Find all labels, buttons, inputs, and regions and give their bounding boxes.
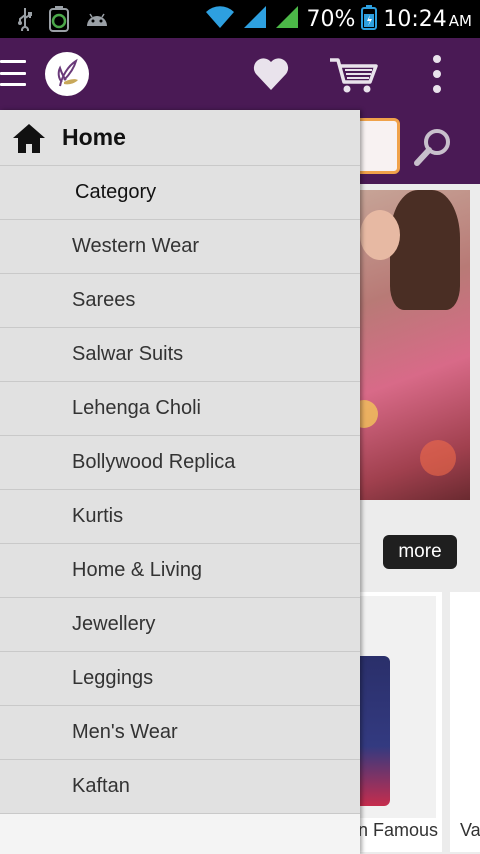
menu-bar <box>0 83 26 86</box>
product-caption: Va <box>460 820 480 840</box>
product-card[interactable]: Va <box>450 592 480 852</box>
status-bar-right: 70% 10:24 AM <box>204 4 472 35</box>
drawer-item-mens-wear[interactable]: Men's Wear <box>0 706 360 760</box>
drawer-list: Home Category Western Wear Sarees Salwar… <box>0 110 360 814</box>
drawer-item-label: Kurtis <box>72 505 124 527</box>
banner-hair <box>390 190 460 310</box>
drawer-category-label: Category <box>75 181 157 203</box>
banner-model <box>360 210 400 260</box>
drawer-item-sarees[interactable]: Sarees <box>0 274 360 328</box>
signal-icon <box>242 4 268 35</box>
drawer-item-label: Leggings <box>72 667 154 689</box>
search-icon[interactable] <box>412 126 454 173</box>
drawer-home-label: Home <box>62 124 126 150</box>
drawer-item-label: Bollywood Replica <box>72 451 236 473</box>
drawer-item-label: Kaftan <box>72 775 130 797</box>
wifi-icon <box>204 4 236 35</box>
drawer-item-label: Home & Living <box>72 559 203 581</box>
drawer-item-leggings[interactable]: Leggings <box>0 652 360 706</box>
drawer-item-western-wear[interactable]: Western Wear <box>0 220 360 274</box>
drawer-item-salwar-suits[interactable]: Salwar Suits <box>0 328 360 382</box>
banner-bokeh <box>420 440 456 476</box>
menu-icon[interactable] <box>0 60 26 86</box>
drawer-item-label: Jewellery <box>72 613 156 635</box>
status-bar-left <box>16 6 110 37</box>
drawer-category-header: Category <box>0 166 360 220</box>
drawer-item-kurtis[interactable]: Kurtis <box>0 490 360 544</box>
clock: 10:24 AM <box>383 7 472 32</box>
android-icon <box>84 10 110 33</box>
clock-ampm: AM <box>448 12 472 30</box>
more-vert-icon[interactable] <box>428 54 446 99</box>
menu-bar <box>0 71 26 75</box>
heart-icon[interactable] <box>252 56 290 97</box>
usb-icon <box>16 7 34 36</box>
drawer-item-label: Western Wear <box>72 235 200 257</box>
menu-bar <box>0 60 26 63</box>
drawer-item-lehenga-choli[interactable]: Lehenga Choli <box>0 382 360 436</box>
battery-percent: 70% <box>306 7 356 32</box>
nav-drawer: Home Category Western Wear Sarees Salwar… <box>0 110 360 854</box>
logo[interactable] <box>45 52 89 96</box>
home-icon <box>12 121 46 155</box>
battery-icon <box>361 4 378 35</box>
cart-icon[interactable] <box>328 56 380 99</box>
drawer-item-bollywood-replica[interactable]: Bollywood Replica <box>0 436 360 490</box>
drawer-item-jewellery[interactable]: Jewellery <box>0 598 360 652</box>
drawer-item-label: Sarees <box>72 289 136 311</box>
status-bar: 70% 10:24 AM <box>0 0 480 38</box>
signal-icon <box>274 4 300 35</box>
clock-time: 10:24 <box>383 7 447 32</box>
drawer-item-home-living[interactable]: Home & Living <box>0 544 360 598</box>
app-bar <box>0 38 480 110</box>
drawer-item-kaftan[interactable]: Kaftan <box>0 760 360 814</box>
drawer-item-label: Salwar Suits <box>72 343 184 365</box>
drawer-item-label: Men's Wear <box>72 721 178 743</box>
battery-saver-icon <box>48 6 70 37</box>
drawer-item-home[interactable]: Home <box>0 110 360 166</box>
drawer-item-label: Lehenga Choli <box>72 397 201 419</box>
more-button[interactable]: more <box>383 535 457 569</box>
logo-feather-icon <box>57 58 78 87</box>
